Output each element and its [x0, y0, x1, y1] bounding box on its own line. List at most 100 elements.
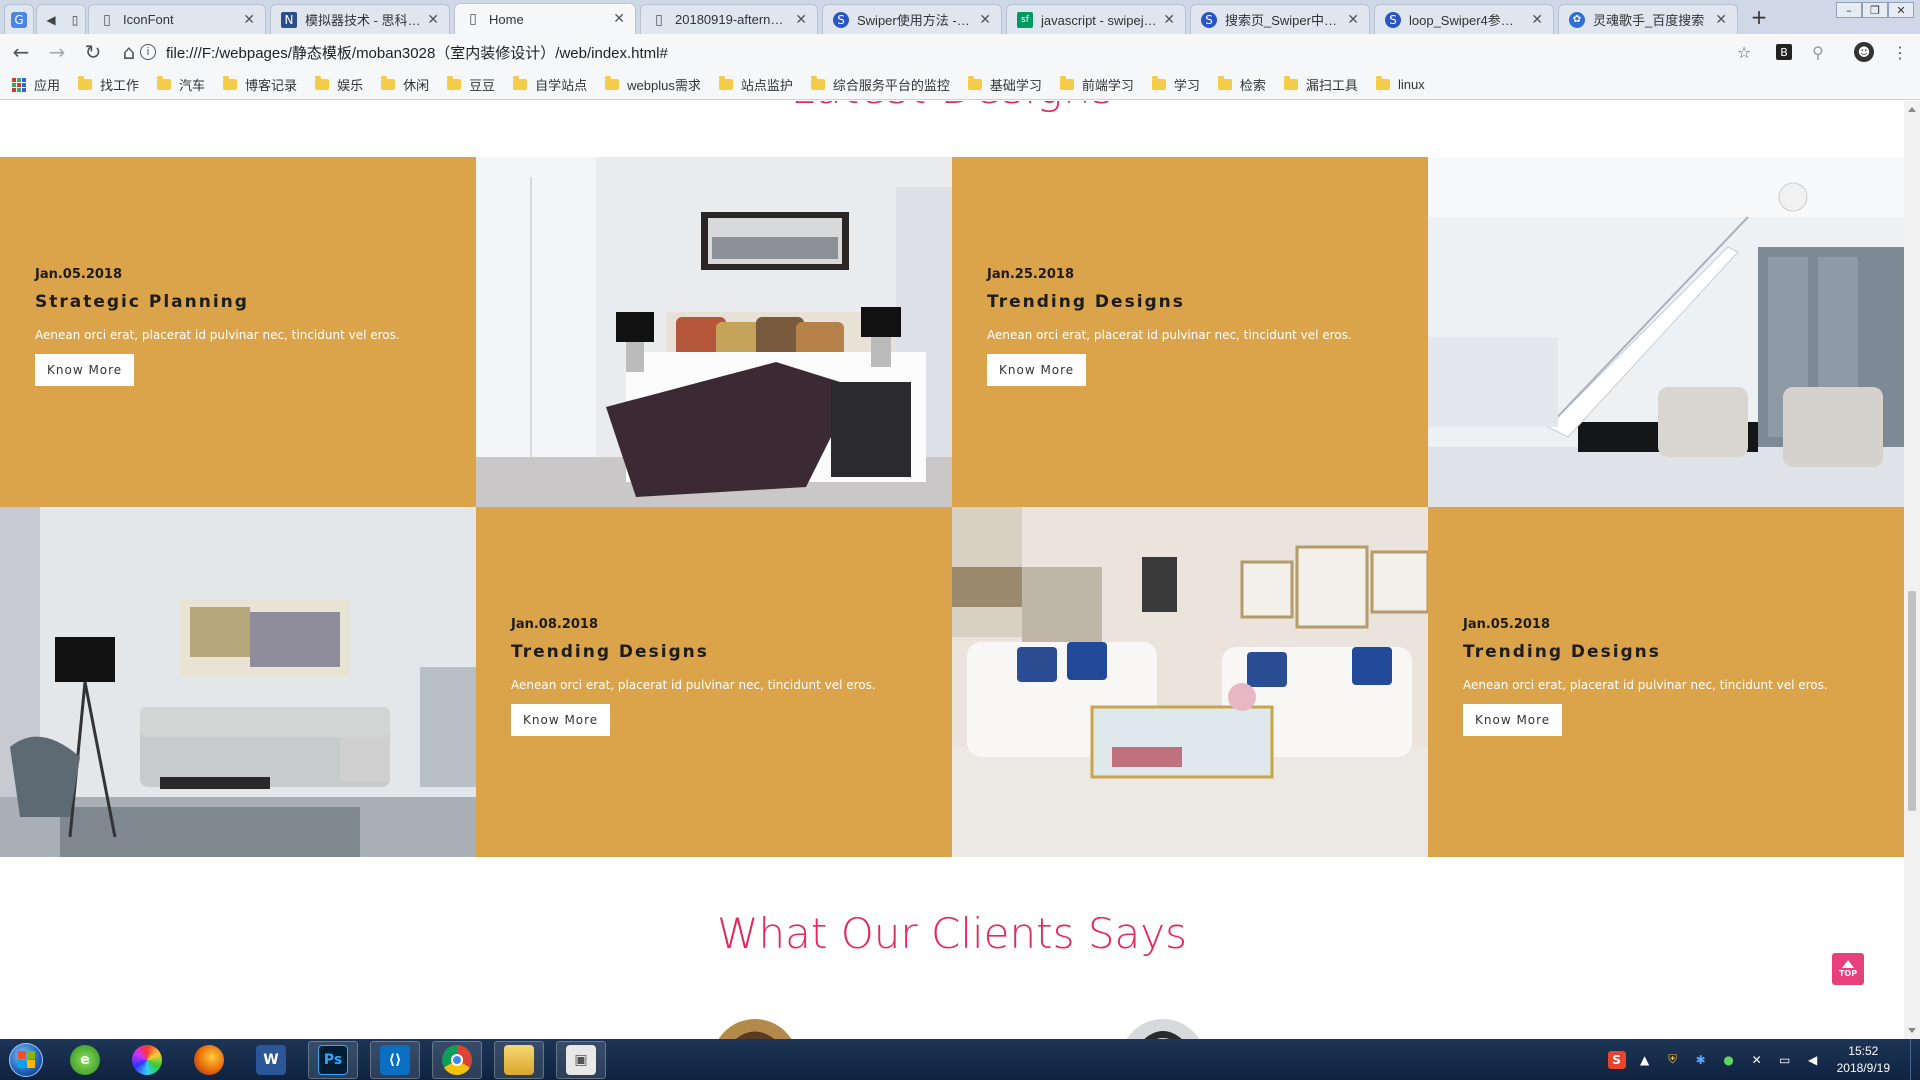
- back-to-top-button[interactable]: TOP: [1832, 953, 1864, 985]
- bookmark-folder[interactable]: 博客记录: [223, 75, 297, 94]
- bookmark-label: 应用: [34, 78, 61, 93]
- start-button[interactable]: [4, 1040, 48, 1080]
- info-icon[interactable]: i: [140, 44, 156, 60]
- maximize-button[interactable]: ❐: [1862, 2, 1888, 18]
- profile-avatar-icon[interactable]: ☻: [1854, 42, 1874, 62]
- know-more-button[interactable]: Know More: [35, 354, 135, 386]
- taskbar-app-imageviewer[interactable]: ▣: [556, 1040, 606, 1079]
- baidu-paw-icon: ✿: [1569, 11, 1585, 28]
- clock-date: 2018/9/19: [1836, 1060, 1890, 1075]
- taskbar-app-explorer[interactable]: [494, 1040, 544, 1079]
- close-icon[interactable]: ✕: [1715, 12, 1727, 28]
- bookmark-folder[interactable]: 娱乐: [315, 75, 363, 94]
- close-icon[interactable]: ✕: [1531, 12, 1543, 28]
- network-icon[interactable]: ▭: [1776, 1051, 1794, 1069]
- window-controls: – ❐ ✕: [1836, 2, 1914, 18]
- tab-pinned-audio[interactable]: ◀ ▯: [36, 4, 86, 34]
- taskbar-app-word[interactable]: W: [246, 1041, 296, 1079]
- bookmark-folder[interactable]: 前端学习: [1059, 75, 1134, 94]
- tab-baidu[interactable]: ✿ 灵魂歌手_百度搜索 ✕: [1558, 4, 1738, 34]
- tab-home[interactable]: ▯ Home ✕: [454, 3, 636, 34]
- scroll-up-icon[interactable]: [1908, 107, 1916, 112]
- know-more-button[interactable]: Know More: [987, 354, 1087, 386]
- scrollbar-thumb[interactable]: [1908, 591, 1916, 811]
- folder-icon: [223, 76, 238, 90]
- tab-iconfont[interactable]: ▯ IconFont ✕: [88, 4, 266, 34]
- tab-javascript[interactable]: sf javascript - swipejs拓 ✕: [1006, 4, 1186, 34]
- close-icon[interactable]: ✕: [243, 12, 255, 28]
- bookmark-folder[interactable]: 漏扫工具: [1283, 75, 1358, 94]
- taskbar-app-360browser[interactable]: e: [60, 1041, 110, 1079]
- bookmark-label: 学习: [1173, 78, 1200, 93]
- know-more-button[interactable]: Know More: [1463, 704, 1563, 736]
- pin-extension-icon[interactable]: ⚲: [1808, 42, 1828, 62]
- show-desktop-button[interactable]: [1910, 1039, 1920, 1080]
- bookmarks-bar: 应用 找工作 汽车 博客记录 娱乐 休闲 豆豆 自学站点 webplus需求 站…: [0, 70, 1920, 100]
- page-scrollbar[interactable]: [1904, 101, 1920, 1039]
- bookmark-apps[interactable]: 应用: [12, 75, 60, 94]
- taskbar-app-chrome[interactable]: [432, 1040, 482, 1079]
- bookmark-folder[interactable]: 学习: [1151, 75, 1200, 94]
- bluetooth-icon[interactable]: ✱: [1692, 1051, 1710, 1069]
- bookmark-folder[interactable]: 检索: [1217, 75, 1266, 94]
- back-button[interactable]: ←: [6, 37, 36, 67]
- close-icon[interactable]: ✕: [795, 12, 807, 28]
- taskbar-app-firefox[interactable]: [184, 1041, 234, 1079]
- tab-swiper-search[interactable]: S 搜索页_Swiper中文网 ✕: [1190, 4, 1370, 34]
- bookmark-folder[interactable]: 基础学习: [967, 75, 1042, 94]
- tab-swiper-usage[interactable]: S Swiper使用方法 - Swi ✕: [822, 4, 1002, 34]
- bookmark-folder[interactable]: 豆豆: [447, 75, 495, 94]
- taskbar-app-colorwheel[interactable]: [122, 1041, 172, 1079]
- bookmark-folder[interactable]: linux: [1375, 76, 1425, 92]
- browser-tab-strip: G ◀ ▯ ▯ IconFont ✕ N 模拟器技术 - 思科华为 ✕ ▯ Ho…: [0, 0, 1920, 34]
- taskbar-app-vscode[interactable]: ⟨⟩: [370, 1040, 420, 1079]
- close-icon[interactable]: ✕: [427, 12, 439, 28]
- bookmark-folder[interactable]: 休闲: [381, 75, 429, 94]
- tab-label: Swiper使用方法 - Swi: [857, 13, 974, 28]
- bookmark-folder[interactable]: 汽车: [157, 75, 205, 94]
- address-bar[interactable]: i file:///F:/webpages/静态模板/moban3028（室内装…: [140, 38, 1750, 66]
- tab-afternoon[interactable]: ▯ 20180919-afternoon ✕: [640, 4, 818, 34]
- star-bookmark-icon[interactable]: ☆: [1734, 42, 1754, 62]
- bookmark-folder[interactable]: 自学站点: [513, 75, 587, 94]
- system-tray: S ▲ ⛨ ✱ ● ✕ ▭ ◀ 15:52 2018/9/19: [1603, 1039, 1920, 1080]
- card-description: Aenean orci erat, placerat id pulvinar n…: [1463, 678, 1828, 692]
- scroll-down-icon[interactable]: [1908, 1028, 1916, 1033]
- close-icon[interactable]: ✕: [613, 11, 625, 27]
- taskbar-app-photoshop[interactable]: Ps: [308, 1040, 358, 1079]
- bookmark-folder[interactable]: 综合服务平台的监控: [810, 75, 950, 94]
- sogou-input-icon[interactable]: S: [1607, 1050, 1626, 1069]
- card-description: Aenean orci erat, placerat id pulvinar n…: [511, 678, 876, 692]
- minimize-button[interactable]: –: [1836, 2, 1862, 18]
- close-icon[interactable]: ✕: [1347, 12, 1359, 28]
- staircase-image: [1428, 157, 1904, 507]
- system-clock[interactable]: 15:52 2018/9/19: [1837, 1043, 1890, 1077]
- shield-icon[interactable]: ⛨: [1664, 1051, 1682, 1069]
- menu-icon[interactable]: ⋮: [1890, 42, 1910, 62]
- tab-pinned-translate[interactable]: G: [4, 4, 34, 34]
- close-window-button[interactable]: ✕: [1888, 2, 1914, 18]
- firefox-icon: [194, 1044, 224, 1075]
- card-title: Strategic Planning: [35, 292, 249, 312]
- extension-icon[interactable]: B: [1776, 44, 1792, 60]
- design-card: Jan.05.2018 Strategic Planning Aenean or…: [0, 157, 476, 507]
- card-date: Jan.05.2018: [35, 267, 123, 282]
- bookmark-folder[interactable]: webplus需求: [605, 75, 701, 94]
- card-title: Trending Designs: [1463, 642, 1661, 662]
- wechat-icon[interactable]: ●: [1720, 1051, 1738, 1069]
- wifi-disabled-icon[interactable]: ✕: [1748, 1051, 1766, 1069]
- bookmark-folder[interactable]: 找工作: [78, 75, 139, 94]
- tab-loop-swiper[interactable]: S loop_Swiper4参数选项 ✕: [1374, 4, 1554, 34]
- tray-expand-icon[interactable]: ▲: [1636, 1051, 1654, 1069]
- close-icon[interactable]: ✕: [979, 12, 991, 28]
- reload-button[interactable]: ↻: [78, 37, 108, 67]
- chrome-icon: [442, 1044, 472, 1075]
- close-icon[interactable]: ✕: [1163, 12, 1175, 28]
- volume-icon[interactable]: ◀: [1804, 1051, 1822, 1069]
- tab-simulator[interactable]: N 模拟器技术 - 思科华为 ✕: [270, 4, 450, 34]
- bookmark-folder[interactable]: 站点监护: [718, 75, 793, 94]
- 360-browser-icon: e: [70, 1044, 100, 1075]
- new-tab-button[interactable]: +: [1746, 5, 1772, 29]
- know-more-button[interactable]: Know More: [511, 704, 611, 736]
- forward-button[interactable]: →: [42, 37, 72, 67]
